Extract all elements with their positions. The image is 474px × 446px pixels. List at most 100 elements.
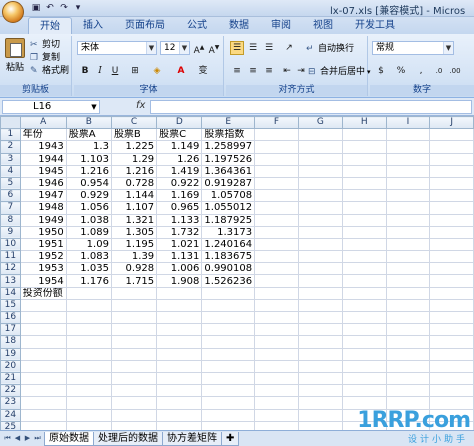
tab-7[interactable]: 开发工具 — [344, 17, 406, 34]
cell[interactable] — [385, 310, 431, 325]
row-header[interactable]: 13 — [0, 274, 21, 288]
cell[interactable] — [110, 335, 158, 349]
column-header[interactable]: E — [201, 116, 256, 130]
cell[interactable] — [156, 408, 203, 422]
cell[interactable]: 1.216 — [65, 164, 112, 178]
cell[interactable]: 1.056 — [65, 201, 112, 215]
increase-indent-icon[interactable]: ⇥ — [294, 64, 308, 78]
cell[interactable] — [110, 396, 158, 410]
cell[interactable]: 1.526236 — [201, 274, 256, 288]
cell[interactable] — [385, 250, 431, 264]
row-header[interactable]: 3 — [0, 152, 21, 166]
cell[interactable] — [254, 408, 299, 422]
align-center-icon[interactable]: ≡ — [246, 64, 260, 78]
cell[interactable] — [385, 128, 431, 142]
cell[interactable]: 1943 — [19, 140, 67, 154]
cell[interactable]: 0.928 — [110, 262, 158, 276]
cell[interactable] — [201, 347, 256, 361]
cell[interactable] — [429, 128, 474, 142]
cell[interactable] — [65, 396, 112, 410]
cell[interactable]: 1.055012 — [201, 201, 256, 215]
cell[interactable] — [385, 152, 431, 166]
cell[interactable] — [297, 140, 343, 154]
cell[interactable]: 股票A — [65, 128, 112, 142]
cell[interactable] — [429, 262, 474, 276]
cell[interactable] — [201, 298, 256, 313]
save-icon[interactable]: ▣ — [30, 2, 42, 14]
cell[interactable] — [156, 298, 203, 313]
cell[interactable] — [254, 213, 299, 227]
cell[interactable] — [429, 335, 474, 349]
font-name-combo[interactable]: 宋体 ▼ — [77, 41, 157, 55]
cell[interactable] — [429, 140, 474, 154]
cell[interactable] — [297, 420, 343, 430]
cell[interactable]: 1.133 — [156, 213, 203, 227]
cell[interactable] — [297, 408, 343, 422]
cell[interactable] — [254, 347, 299, 361]
cell[interactable]: 1947 — [19, 189, 67, 203]
row-header[interactable]: 1 — [0, 128, 21, 142]
cell[interactable] — [297, 298, 343, 313]
row-header[interactable]: 21 — [0, 371, 21, 386]
chevron-down-icon[interactable]: ▼ — [89, 101, 99, 113]
cell[interactable]: 1.021 — [156, 237, 203, 252]
cell[interactable] — [297, 347, 343, 361]
cell[interactable] — [19, 310, 67, 325]
cell[interactable]: 1.240164 — [201, 237, 256, 252]
cell[interactable] — [385, 262, 431, 276]
cell[interactable] — [297, 286, 343, 300]
cell[interactable] — [385, 274, 431, 288]
customize-toolbar-icon[interactable]: ▾ — [72, 2, 84, 14]
cell[interactable] — [110, 323, 158, 337]
cell[interactable] — [341, 323, 387, 337]
cell[interactable] — [254, 250, 299, 264]
cell[interactable]: 1.183675 — [201, 250, 256, 264]
cell[interactable] — [341, 213, 387, 227]
cell[interactable] — [297, 335, 343, 349]
cell[interactable] — [429, 164, 474, 178]
row-header[interactable]: 2 — [0, 140, 21, 154]
cell[interactable]: 0.728 — [110, 176, 158, 191]
cell[interactable] — [65, 347, 112, 361]
cell[interactable] — [156, 310, 203, 325]
cell[interactable]: 1.006 — [156, 262, 203, 276]
cell[interactable] — [201, 396, 256, 410]
italic-button[interactable]: I — [93, 64, 107, 78]
cell[interactable] — [254, 310, 299, 325]
cell[interactable] — [385, 164, 431, 178]
shrink-font-button[interactable]: A▼ — [207, 41, 221, 56]
cell[interactable]: 1.39 — [110, 250, 158, 264]
first-sheet-icon[interactable]: ⏮ — [3, 434, 12, 443]
cell[interactable]: 0.990108 — [201, 262, 256, 276]
cell[interactable] — [110, 420, 158, 430]
decrease-indent-icon[interactable]: ⇤ — [280, 64, 294, 78]
increase-decimal-icon[interactable]: .0 — [432, 64, 446, 78]
cell[interactable]: 1.107 — [110, 201, 158, 215]
cell[interactable] — [429, 323, 474, 337]
cell[interactable] — [156, 323, 203, 337]
cell[interactable] — [429, 189, 474, 203]
insert-sheet-icon[interactable]: ✚ — [221, 431, 240, 446]
prev-sheet-icon[interactable]: ◀ — [13, 434, 22, 443]
cell[interactable] — [385, 286, 431, 300]
sheet-tab-2[interactable]: 协方差矩阵 — [162, 431, 222, 446]
cell[interactable] — [429, 225, 474, 239]
cell[interactable] — [19, 384, 67, 398]
cell[interactable] — [429, 347, 474, 361]
cell[interactable] — [429, 152, 474, 166]
cell[interactable]: 1.09 — [65, 237, 112, 252]
cell[interactable] — [254, 128, 299, 142]
cell[interactable] — [297, 262, 343, 276]
cell[interactable] — [19, 371, 67, 386]
fill-color-icon[interactable]: ◈ — [150, 64, 164, 78]
cell[interactable] — [385, 323, 431, 337]
paste-button[interactable]: 粘贴 — [4, 38, 26, 80]
cell[interactable]: 1.3173 — [201, 225, 256, 239]
cell[interactable] — [297, 164, 343, 178]
cell[interactable] — [297, 371, 343, 386]
row-header[interactable]: 11 — [0, 250, 21, 264]
cell[interactable]: 1.715 — [110, 274, 158, 288]
cell[interactable] — [297, 359, 343, 373]
cell[interactable] — [110, 408, 158, 422]
number-format-combo[interactable]: 常规 ▼ — [372, 41, 454, 55]
